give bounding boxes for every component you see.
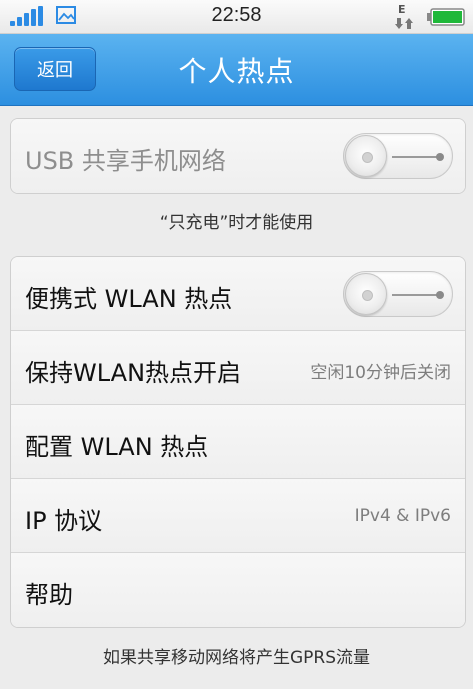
help-row[interactable]: 帮助 <box>11 553 465 627</box>
svg-text:E: E <box>398 3 406 16</box>
keep-hotspot-on-row[interactable]: 保持WLAN热点开启 空闲10分钟后关闭 <box>11 331 465 405</box>
portable-wlan-hotspot-toggle[interactable] <box>343 271 453 317</box>
ip-protocol-row[interactable]: IP 协议 IPv4 & IPv6 <box>11 479 465 553</box>
portable-wlan-hotspot-label: 便携式 WLAN 热点 <box>25 285 233 313</box>
usb-tethering-label: USB 共享手机网络 <box>25 147 226 175</box>
network-e-icon: E <box>395 3 413 29</box>
usb-tethering-toggle[interactable] <box>343 133 453 179</box>
ip-protocol-value: IPv4 & IPv6 <box>354 506 451 526</box>
usb-group: USB 共享手机网络 <box>10 118 466 194</box>
ip-protocol-label: IP 协议 <box>25 507 103 535</box>
usb-tethering-row: USB 共享手机网络 <box>11 119 465 193</box>
configure-wlan-hotspot-label: 配置 WLAN 热点 <box>25 433 209 461</box>
toggle-knob <box>345 273 387 315</box>
battery-icon <box>427 8 465 26</box>
status-bar: 22:58 E <box>0 0 473 34</box>
toggle-knob <box>345 135 387 177</box>
usb-note: “只充电”时才能使用 <box>159 213 314 233</box>
keep-hotspot-on-value: 空闲10分钟后关闭 <box>310 363 451 383</box>
help-label: 帮助 <box>25 581 73 609</box>
page-title: 个人热点 <box>178 55 295 88</box>
footer-note: 如果共享移动网络将产生GPRS流量 <box>102 648 371 668</box>
configure-wlan-hotspot-row[interactable]: 配置 WLAN 热点 <box>11 405 465 479</box>
title-bar: 返回 个人热点 <box>0 34 473 106</box>
keep-hotspot-on-label: 保持WLAN热点开启 <box>25 359 242 387</box>
portable-wlan-hotspot-row[interactable]: 便携式 WLAN 热点 <box>11 257 465 331</box>
wlan-group: 便携式 WLAN 热点 保持WLAN热点开启 空闲10分钟后关闭 配置 WLAN… <box>10 256 466 628</box>
